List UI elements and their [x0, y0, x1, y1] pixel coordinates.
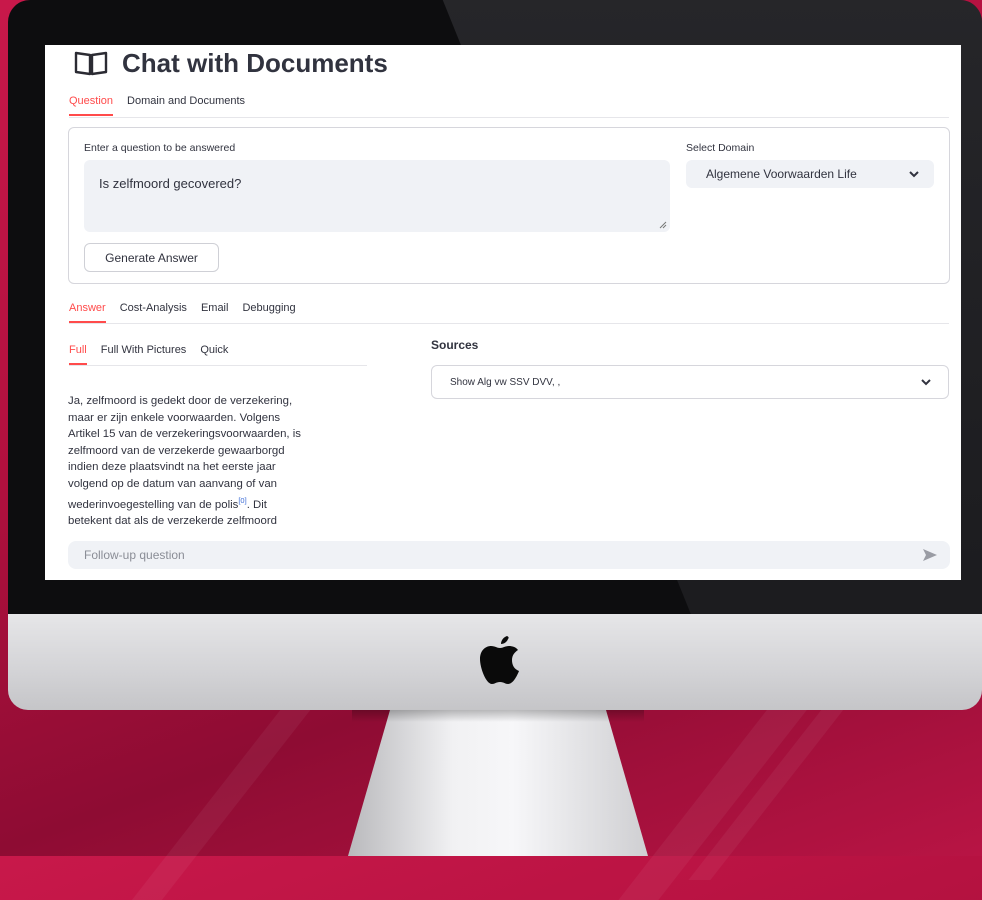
- tab-answer[interactable]: Answer: [69, 302, 106, 323]
- monitor-stand: [348, 710, 648, 856]
- background-stripe: [131, 700, 319, 900]
- stand-shadow: [352, 710, 644, 722]
- sources-select[interactable]: Show Alg vw SSV DVV, ,: [431, 365, 949, 399]
- open-book-icon: [74, 51, 108, 76]
- tab-email[interactable]: Email: [201, 302, 229, 323]
- question-input-value: Is zelfmoord gecovered?: [99, 176, 242, 191]
- tab-debugging[interactable]: Debugging: [242, 302, 295, 323]
- tab-full-with-pictures[interactable]: Full With Pictures: [101, 344, 187, 365]
- main-tabs: Question Domain and Documents: [69, 95, 245, 116]
- result-tabs-divider: [69, 323, 949, 324]
- page-header: Chat with Documents: [74, 45, 388, 81]
- chevron-down-icon: [921, 379, 931, 386]
- tab-domain-and-documents[interactable]: Domain and Documents: [127, 95, 245, 116]
- answer-tabs: Full Full With Pictures Quick: [69, 344, 228, 365]
- generate-answer-button[interactable]: Generate Answer: [84, 243, 219, 272]
- answer-text: Ja, zelfmoord is gedekt door de verzeker…: [68, 393, 368, 530]
- question-input[interactable]: Is zelfmoord gecovered?: [84, 160, 670, 232]
- result-tabs: Answer Cost-Analysis Email Debugging: [69, 302, 296, 323]
- sources-select-value: Show Alg vw SSV DVV, ,: [450, 376, 561, 388]
- question-label: Enter a question to be answered: [84, 142, 236, 154]
- main-tabs-divider: [69, 117, 949, 118]
- tab-cost-analysis[interactable]: Cost-Analysis: [120, 302, 187, 323]
- chevron-down-icon: [909, 171, 919, 178]
- app-screen: Chat with Documents Question Domain and …: [45, 45, 961, 580]
- tab-full[interactable]: Full: [69, 344, 87, 365]
- follow-up-placeholder: Follow-up question: [84, 548, 185, 562]
- domain-select-value: Algemene Voorwaarden Life: [706, 167, 857, 181]
- domain-label: Select Domain: [686, 142, 755, 154]
- page-title: Chat with Documents: [122, 47, 388, 78]
- answer-tabs-divider: [69, 365, 367, 366]
- domain-select[interactable]: Algemene Voorwaarden Life: [686, 160, 934, 188]
- sources-heading: Sources: [431, 338, 479, 352]
- resize-handle-icon[interactable]: [659, 221, 667, 229]
- follow-up-input[interactable]: Follow-up question: [68, 541, 950, 569]
- source-reference[interactable]: [0]: [238, 496, 246, 505]
- question-panel: Enter a question to be answered Is zelfm…: [68, 127, 950, 284]
- send-arrow-icon[interactable]: [922, 548, 938, 562]
- apple-logo-icon: [480, 636, 519, 684]
- tab-question[interactable]: Question: [69, 95, 114, 116]
- tab-quick[interactable]: Quick: [200, 344, 228, 365]
- answer-body: Ja, zelfmoord is gedekt door de verzeker…: [68, 395, 301, 511]
